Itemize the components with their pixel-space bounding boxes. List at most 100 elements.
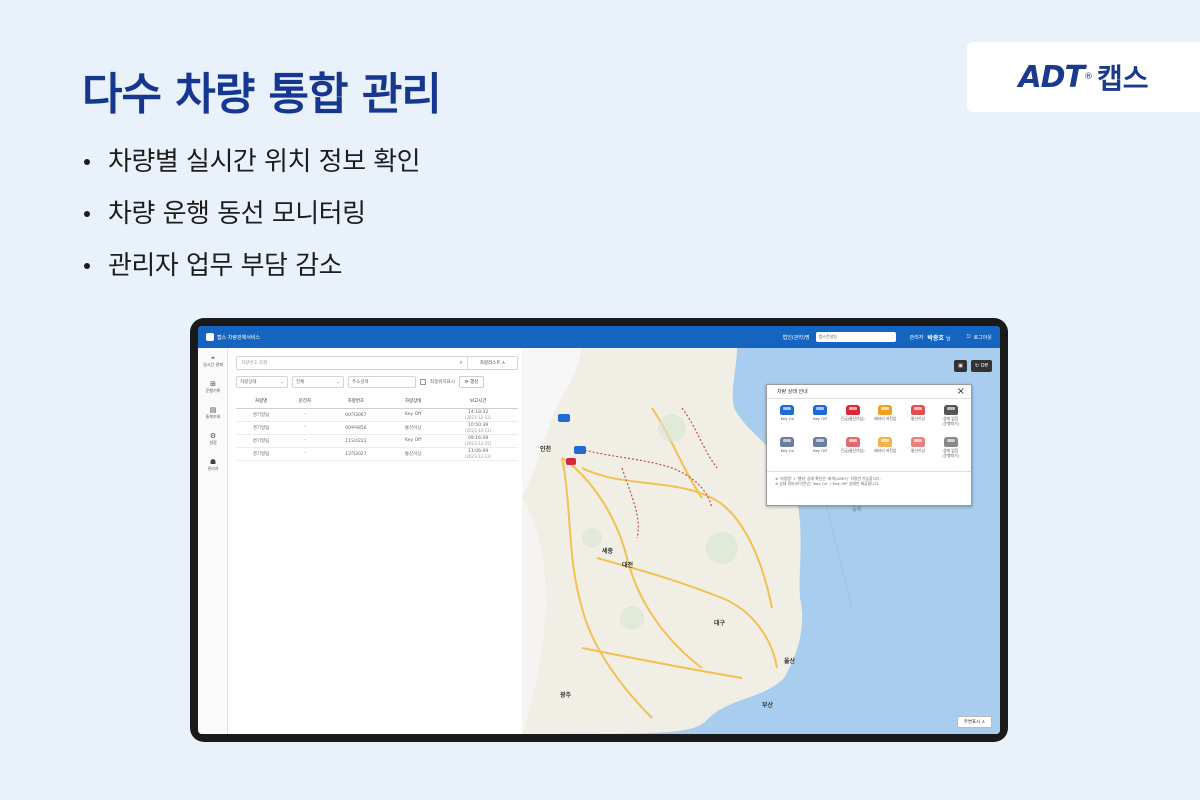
filter-row: 차량상태 ⌄ 전체 ⌄ 주소검색 최종위치표시 ⟳ 갱신 xyxy=(236,376,518,388)
map-toggle-group: ▣ ↻ Off xyxy=(954,360,992,372)
page-headline: 다수 차량 통합 관리 xyxy=(82,69,442,120)
legend-note: ※ 상태 정보(아이콘)는 'Key On' / 'Key Off' 상태만 제… xyxy=(775,481,880,486)
tablet-frame: 캡스 차량관제서비스 법인(관리)명 캡스컨설팅 관리자 박종호 님 ⎋ 로그아… xyxy=(190,318,1008,742)
car-icon xyxy=(780,437,795,447)
address-search-input[interactable]: 주소검색 xyxy=(348,376,416,388)
legend-item: Key On xyxy=(771,405,804,435)
table-row[interactable]: 경기일팀 - 12허3027 통신이상 11:06:09 (2023-12-12) xyxy=(236,447,518,461)
feature-item: 관리자 업무 부담 감소 xyxy=(84,252,420,280)
feature-list: 차량별 실시간 위치 정보 확인 차량 운행 동선 모니터링 관리자 업무 부담… xyxy=(84,148,421,304)
chevron-down-icon: ⌄ xyxy=(280,379,284,385)
logo-korean: 캡스 xyxy=(1097,62,1149,95)
legend-label: 상태 없음 (운행대기) xyxy=(942,416,960,426)
refresh-button[interactable]: ⟳ 갱신 xyxy=(458,376,485,388)
logout-icon: ⎋ xyxy=(966,334,971,340)
legend-item: 상태 없음 (운행대기) xyxy=(934,437,967,467)
logout-button[interactable]: ⎋ 로그아웃 xyxy=(967,334,992,341)
map-label: 울산 xyxy=(784,658,796,665)
column-header[interactable]: 차량상태 xyxy=(388,394,439,409)
map-label: 부산 xyxy=(762,702,774,709)
legend-item: Key On xyxy=(771,437,804,467)
side-nav: ⌖ 실시간 관제 ⊞ 운행기록 ▤ 통계조회 ⚙ 설정 ☗ 관리자 xyxy=(198,348,228,734)
car-icon xyxy=(943,437,958,447)
map-label: 인천 xyxy=(540,446,552,453)
app-header: 캡스 차량관제서비스 법인(관리)명 캡스컨설팅 관리자 박종호 님 ⎋ 로그아… xyxy=(198,326,1000,348)
route-icon: ⊞ xyxy=(210,380,216,388)
search-icon[interactable]: ⌕ xyxy=(455,359,467,367)
group-filter[interactable]: 전체 ⌄ xyxy=(292,376,344,388)
vehicle-search: 차량번호 조회 ⌕ 차량리스트 ∧ xyxy=(236,356,518,370)
bullet-dot xyxy=(84,159,90,165)
legend-item: Key Off xyxy=(804,405,837,435)
checkbox-label: 최종위치표시 xyxy=(430,380,455,385)
feature-item: 차량별 실시간 위치 정보 확인 xyxy=(84,148,421,176)
brand-mark-icon xyxy=(206,333,214,341)
legend-label: 긴급(통신이상) xyxy=(840,416,865,421)
car-icon xyxy=(910,437,925,447)
vehicle-view-toggle[interactable]: ▣ xyxy=(954,360,967,372)
auto-refresh-toggle[interactable]: ↻ Off xyxy=(970,360,992,372)
vehicle-list-panel: 차량번호 조회 ⌕ 차량리스트 ∧ 차량상태 ⌄ 전체 ⌄ 주소검색 최종위치표시 … xyxy=(232,352,522,732)
table-row[interactable]: 경기일팀 - 00하3067 Key Off 14:18:32 (2023-12-… xyxy=(236,408,518,422)
legend-label: Key Off xyxy=(813,448,827,453)
car-icon xyxy=(845,405,860,415)
nav-item-settings[interactable]: ⚙ 설정 xyxy=(198,426,228,452)
legend-label: 통신이상 xyxy=(911,448,925,453)
vehicle-status-legend: 차량 상태 안내 × Key On Key Off 긴급(통신이상) 배터리 저전압 통… xyxy=(766,384,972,506)
legend-item: 긴급(통신이상) xyxy=(836,405,869,435)
bullet-dot xyxy=(84,263,90,269)
car-icon xyxy=(845,437,860,447)
nav-item-history[interactable]: ⊞ 운행기록 xyxy=(198,374,228,400)
legend-item: 통신이상 xyxy=(902,405,935,435)
car-icon xyxy=(910,405,925,415)
close-icon[interactable]: × xyxy=(957,386,965,397)
car-icon xyxy=(878,405,893,415)
legend-label: 긴급(통신이상) xyxy=(840,448,865,453)
gear-icon: ⚙ xyxy=(209,432,217,440)
map-label: 대전 xyxy=(622,562,634,569)
table-header-row: 차량명 운전자 차량번호 차량상태 보고시간 xyxy=(236,394,518,409)
map-label: 대구 xyxy=(714,620,726,627)
logo-registered-mark: ® xyxy=(1084,72,1094,82)
legend-item: 통신이상 xyxy=(902,437,935,467)
legend-label: Key On xyxy=(780,416,795,421)
map-label-sea: 동해 xyxy=(852,507,862,513)
column-header[interactable]: 차량명 xyxy=(236,394,287,409)
legend-item: 긴급(통신이상) xyxy=(836,437,869,467)
user-icon: ☗ xyxy=(209,458,217,466)
last-location-checkbox[interactable] xyxy=(420,379,426,385)
legend-title: 차량 상태 안내 xyxy=(767,385,971,399)
vehicle-list-toggle[interactable]: 차량리스트 ∧ xyxy=(467,357,517,369)
legend-item: 상태 없음 (운행대기) xyxy=(934,405,967,435)
legend-item: Key Off xyxy=(804,437,837,467)
status-filter[interactable]: 차량상태 ⌄ xyxy=(236,376,288,388)
location-icon: ⌖ xyxy=(211,354,215,362)
nearby-toggle-button[interactable]: 주변표시 ∧ xyxy=(956,716,992,728)
nav-item-stats[interactable]: ▤ 통계조회 xyxy=(198,400,228,426)
brand-logo: ADT ® 캡스 xyxy=(967,42,1200,112)
legend-label: 통신이상 xyxy=(911,416,925,421)
search-input[interactable]: 차량번호 조회 xyxy=(237,360,455,366)
column-header[interactable]: 차량번호 xyxy=(323,394,389,409)
header-label: 법인(관리)명 xyxy=(782,334,810,341)
map-view[interactable]: 인천 세종 대전 대구 울산 부산 광주 동해 ▣ ↻ Off 차량 상태 안내… xyxy=(522,348,1000,734)
stats-icon: ▤ xyxy=(209,406,217,414)
legend-item: 배터리 저전압 xyxy=(869,437,902,467)
legend-label: 배터리 저전압 xyxy=(874,448,897,453)
column-header[interactable]: 운전자 xyxy=(286,394,324,409)
table-row[interactable]: 경기일팀 - 00루9856 통신이상 10:50:39 (2023-12-11) xyxy=(236,421,518,435)
feature-item: 차량 운행 동선 모니터링 xyxy=(84,200,420,228)
legend-label: Key Off xyxy=(813,416,827,421)
logo-brand: ADT xyxy=(1018,59,1085,95)
car-icon xyxy=(812,437,827,447)
table-row[interactable]: 경기일팀 - 11오4221 Key Off 09:16:08 (2023-12-… xyxy=(236,434,518,448)
nav-item-admin[interactable]: ☗ 관리자 xyxy=(198,452,228,478)
car-icon xyxy=(812,405,827,415)
app-brand[interactable]: 캡스 차량관제서비스 xyxy=(206,333,260,341)
legend-grid: Key On Key Off 긴급(통신이상) 배터리 저전압 통신이상 상태 없음 (운… xyxy=(767,399,971,472)
column-header[interactable]: 보고시간 xyxy=(438,394,518,409)
company-select[interactable]: 캡스컨설팅 xyxy=(815,332,896,342)
vehicle-table: 차량명 운전자 차량번호 차량상태 보고시간 경기일팀 - 00하3067 Ke… xyxy=(236,394,518,461)
nav-item-realtime[interactable]: ⌖ 실시간 관제 xyxy=(198,348,228,374)
legend-label: Key On xyxy=(780,448,795,453)
